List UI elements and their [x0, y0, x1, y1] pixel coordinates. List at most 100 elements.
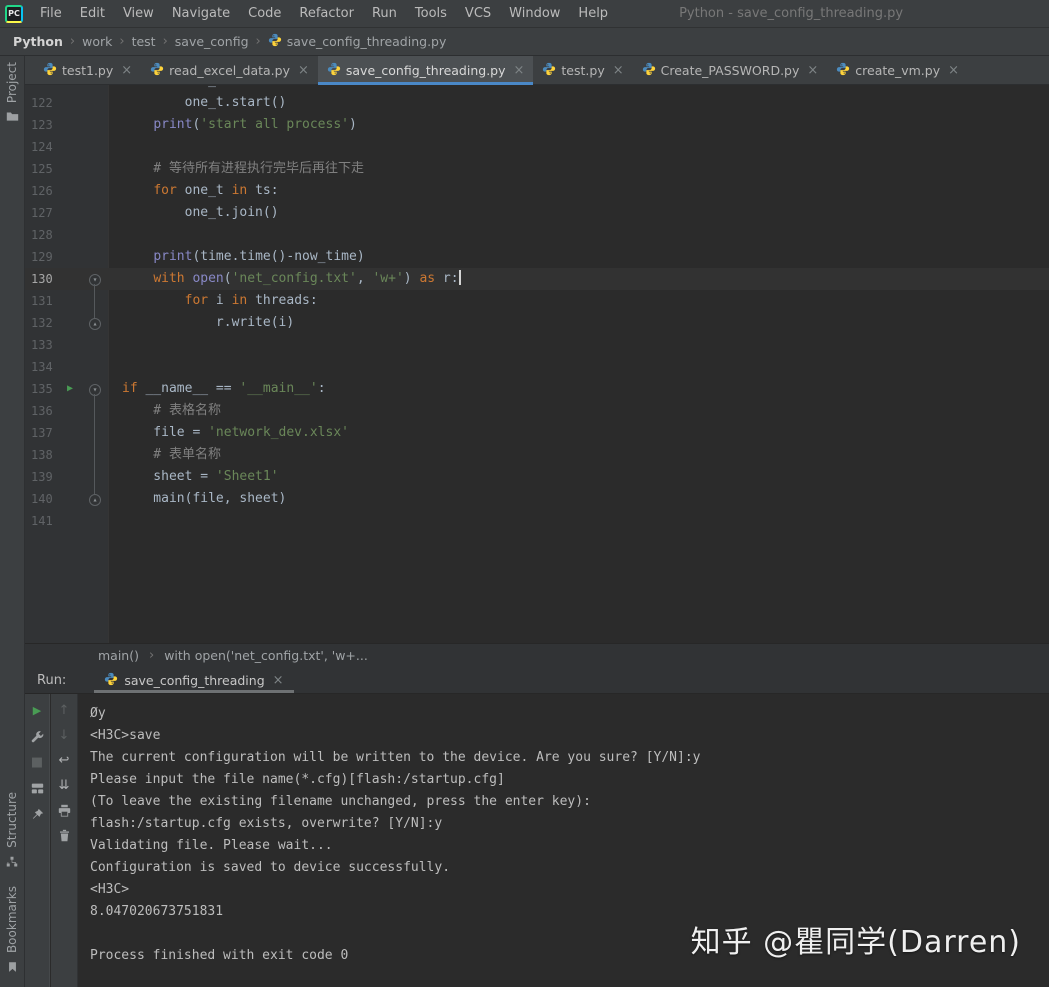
code-line[interactable]: 134 — [25, 356, 1049, 378]
scroll-to-end-button[interactable]: ⇊ — [56, 777, 73, 794]
fold-column — [81, 356, 109, 378]
up-stack-button[interactable]: ↑ — [56, 702, 73, 719]
code-line[interactable]: 140 ▴ main(file, sheet) — [25, 488, 1049, 510]
token: open — [192, 271, 224, 286]
menu-tools[interactable]: Tools — [406, 0, 456, 28]
menu-view[interactable]: View — [114, 0, 163, 28]
code-line[interactable]: 131 for i in threads: — [25, 290, 1049, 312]
close-icon[interactable]: × — [121, 63, 132, 78]
pin-button[interactable] — [29, 806, 46, 823]
status-breadcrumb-item[interactable]: with open('net_config.txt', 'w+... — [164, 648, 368, 663]
code-text: main(file, sheet) — [109, 488, 286, 510]
breadcrumb-item[interactable]: save_config — [175, 34, 249, 49]
fold-column — [81, 290, 109, 312]
token: sheet = — [122, 469, 216, 484]
menu-run[interactable]: Run — [363, 0, 406, 28]
rail-item-bookmarks[interactable]: Bookmarks — [5, 886, 19, 977]
editor-tab[interactable]: test1.py × — [34, 56, 141, 85]
soft-wrap-button[interactable]: ↩ — [56, 752, 73, 769]
print-button[interactable] — [56, 802, 73, 819]
rerun-button[interactable]: ▶ — [29, 702, 46, 719]
rail-item-label: Structure — [5, 792, 19, 848]
menu-code[interactable]: Code — [239, 0, 290, 28]
close-icon[interactable]: × — [273, 673, 284, 688]
menu-window[interactable]: Window — [500, 0, 569, 28]
stop-button[interactable]: ■ — [29, 754, 46, 771]
line-number: 141 — [31, 514, 53, 528]
settings-button[interactable] — [29, 728, 46, 745]
breadcrumb-file[interactable]: save_config_threading.py — [268, 33, 446, 50]
code-line[interactable]: 121 for one_t in ts: — [25, 85, 1049, 92]
text-caret — [458, 270, 461, 285]
code-line[interactable]: 135 ▶ ▾ if __name__ == '__main__': — [25, 378, 1049, 400]
fold-marker[interactable]: ▾ — [89, 274, 101, 286]
token: ( — [223, 271, 232, 286]
status-breadcrumb-item[interactable]: main() — [98, 648, 139, 663]
menu-refactor[interactable]: Refactor — [290, 0, 363, 28]
chevron-right-icon: › — [162, 34, 168, 49]
code-line[interactable]: 128 — [25, 224, 1049, 246]
rail-item-structure[interactable]: Structure — [5, 792, 19, 872]
menu-vcs[interactable]: VCS — [456, 0, 500, 28]
fold-end-icon[interactable]: ▴ — [81, 488, 109, 510]
editor-tab[interactable]: create_vm.py × — [827, 56, 968, 85]
down-stack-button[interactable]: ↓ — [56, 727, 73, 744]
menu-edit[interactable]: Edit — [71, 0, 114, 28]
token: r: — [435, 271, 459, 286]
code-line[interactable]: 133 — [25, 334, 1049, 356]
fold-end-icon[interactable]: ▴ — [81, 312, 109, 334]
code-line[interactable]: 137 file = 'network_dev.xlsx' — [25, 422, 1049, 444]
close-icon[interactable]: × — [514, 63, 525, 78]
close-icon[interactable]: × — [298, 63, 309, 78]
menu-file[interactable]: File — [31, 0, 71, 28]
editor-tab[interactable]: save_config_threading.py × — [317, 56, 534, 85]
editor-tab[interactable]: Create_PASSWORD.py × — [633, 56, 828, 85]
code-line[interactable]: 138 # 表单名称 — [25, 444, 1049, 466]
restore-layout-button[interactable] — [29, 780, 46, 797]
line-number: 128 — [31, 228, 53, 242]
fold-marker[interactable]: ▾ — [89, 384, 101, 396]
editor-tab[interactable]: read_excel_data.py × — [141, 56, 318, 85]
code-line[interactable]: 139 sheet = 'Sheet1' — [25, 466, 1049, 488]
menu-help[interactable]: Help — [569, 0, 617, 28]
editor-tab[interactable]: test.py × — [533, 56, 632, 85]
run-line-icon[interactable]: ▶ — [59, 378, 81, 400]
close-icon[interactable]: × — [948, 63, 959, 78]
token: file = — [122, 425, 209, 440]
code-line[interactable]: 130 ▾ with open('net_config.txt', 'w+') a… — [25, 268, 1049, 290]
run-tab[interactable]: save_config_threading × — [94, 667, 293, 693]
token: : — [317, 381, 326, 396]
close-icon[interactable]: × — [807, 63, 818, 78]
python-icon — [268, 33, 282, 50]
fold-marker[interactable]: ▴ — [89, 494, 101, 506]
structure-icon — [6, 853, 18, 872]
tab-label: test.py — [561, 63, 605, 78]
code-line[interactable]: 123 print('start all process') — [25, 114, 1049, 136]
code-text: file = 'network_dev.xlsx' — [109, 422, 349, 444]
code-editor[interactable]: 121 for one_t in ts:122 one_t.start()123… — [25, 85, 1049, 643]
gutter-spacer — [59, 85, 81, 92]
fold-open-icon[interactable]: ▾ — [81, 268, 109, 290]
menu-navigate[interactable]: Navigate — [163, 0, 239, 28]
fold-guide-line — [94, 394, 95, 494]
fold-marker[interactable]: ▴ — [89, 318, 101, 330]
code-line[interactable]: 127 one_t.join() — [25, 202, 1049, 224]
token: one_t — [177, 85, 232, 88]
breadcrumb-item[interactable]: work — [82, 34, 112, 49]
code-line[interactable]: 132 ▴ r.write(i) — [25, 312, 1049, 334]
code-line[interactable]: 124 — [25, 136, 1049, 158]
rail-item-project[interactable]: Project — [5, 62, 19, 127]
code-line[interactable]: 122 one_t.start() — [25, 92, 1049, 114]
breadcrumb-item[interactable]: test — [132, 34, 156, 49]
clear-all-button[interactable] — [56, 827, 73, 844]
close-icon[interactable]: × — [613, 63, 624, 78]
code-line[interactable]: 125 # 等待所有进程执行完毕后再往下走 — [25, 158, 1049, 180]
gutter-spacer — [59, 224, 81, 246]
breadcrumb-item[interactable]: Python — [13, 34, 63, 49]
code-line[interactable]: 141 — [25, 510, 1049, 532]
code-line[interactable]: 136 # 表格名称 — [25, 400, 1049, 422]
code-line[interactable]: 129 print(time.time()-now_time) — [25, 246, 1049, 268]
fold-open-icon[interactable]: ▾ — [81, 378, 109, 400]
code-line[interactable]: 126 for one_t in ts: — [25, 180, 1049, 202]
